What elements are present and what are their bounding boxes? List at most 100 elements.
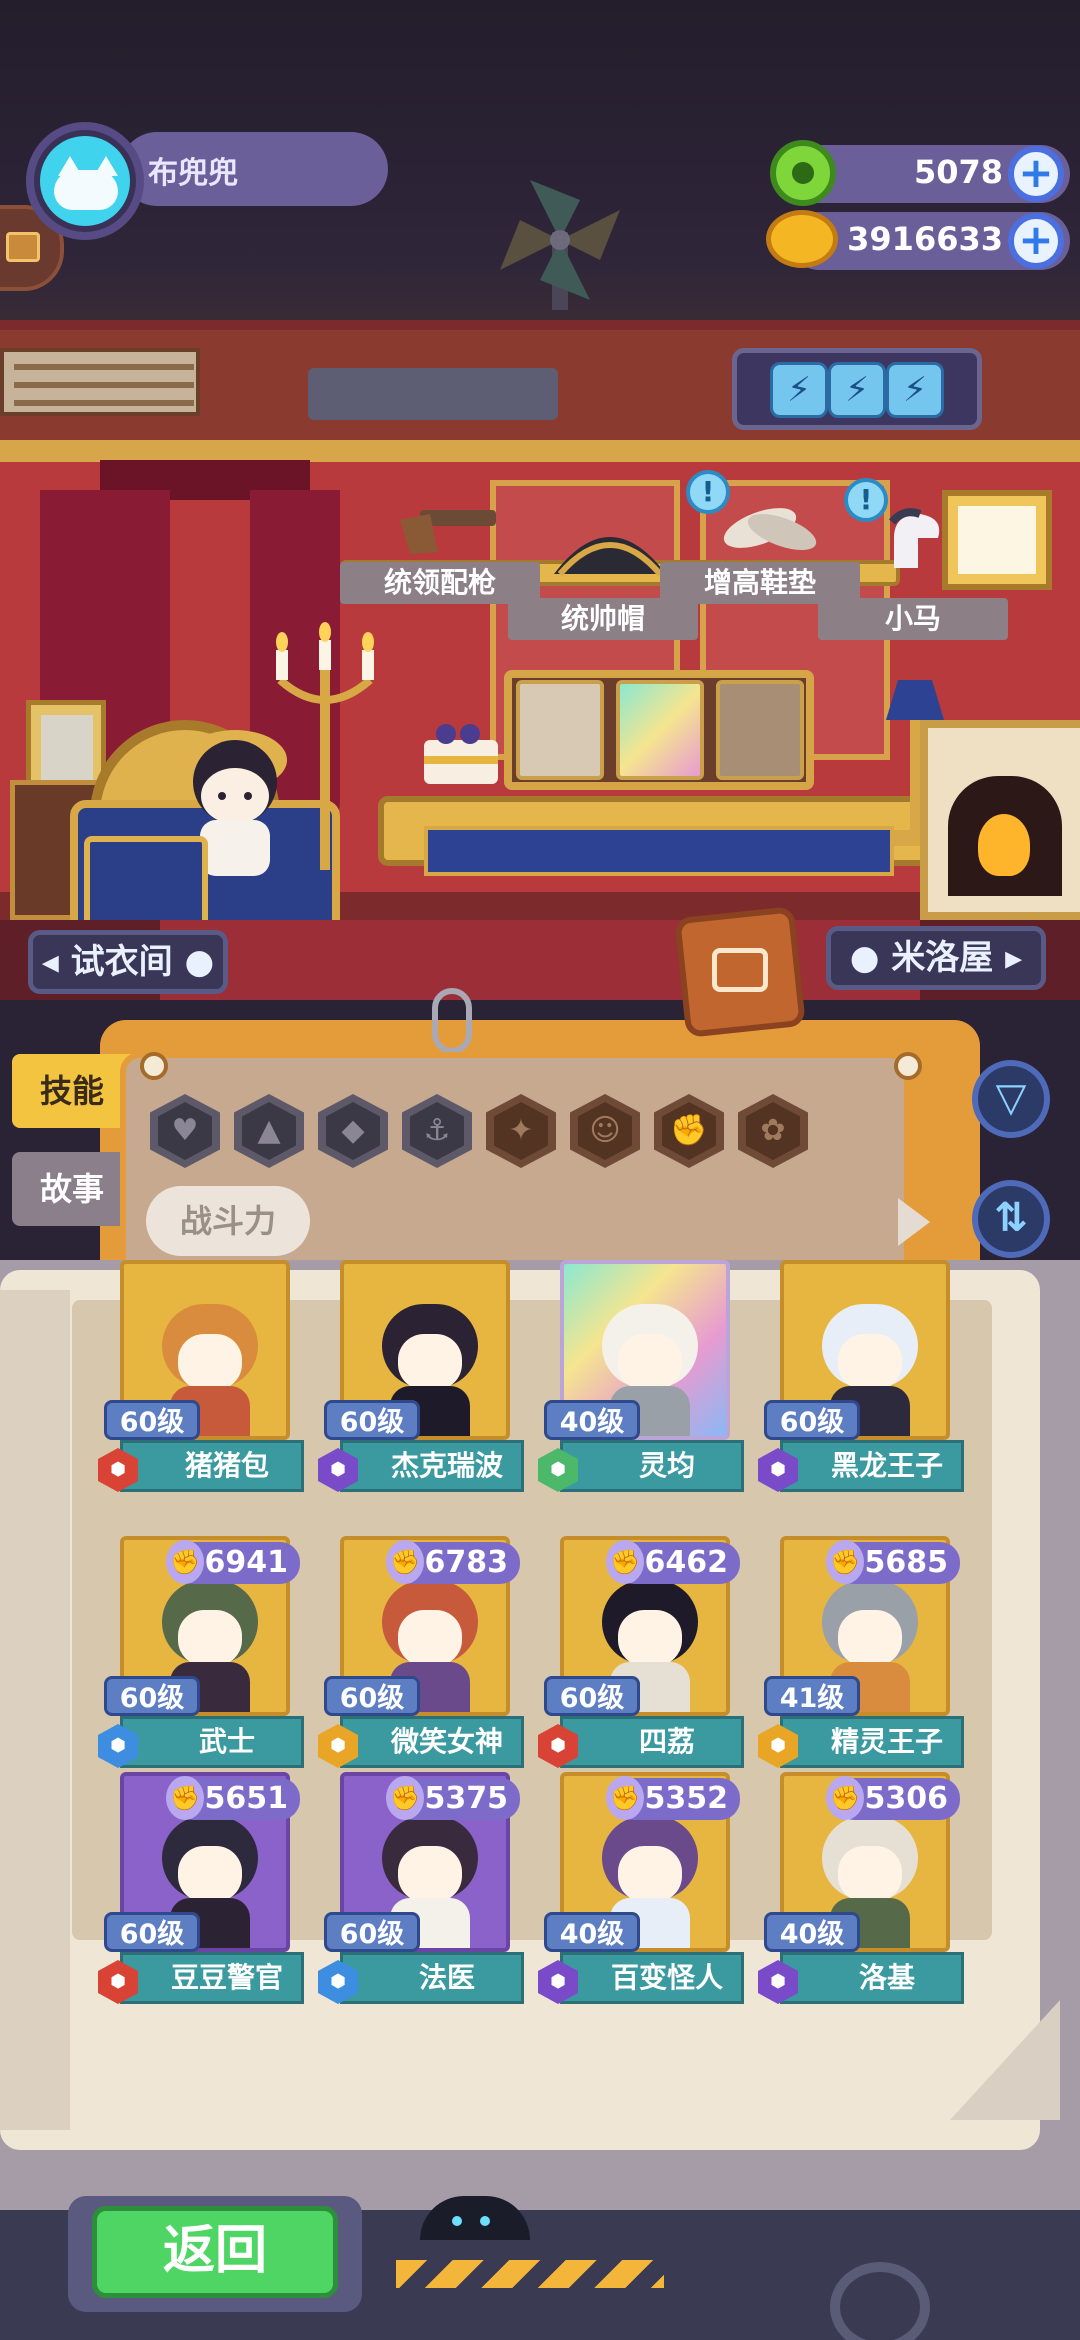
fist-icon: ✊ [826,1776,864,1820]
paper-clip-icon [432,988,472,1054]
fist-icon: ✊ [386,1540,424,1584]
window-icon [712,948,768,992]
eye [480,2216,490,2226]
hero-card[interactable]: 5651 ✊ 豆豆警官 60级 ⬢ [98,1772,304,2004]
item-label-hat: 统帅帽 [508,598,698,640]
ceiling-vent [0,348,200,416]
hazard-stripe [396,2260,664,2288]
milo-house-button[interactable]: ● 米洛屋 ▸ [826,926,1046,990]
energy-bolt-icon: ⚡ [770,362,828,418]
hero-level: 60级 [104,1676,200,1716]
sort-by-power-button[interactable]: 战斗力 [146,1186,310,1256]
chibi-face [838,1334,902,1390]
fist-icon: ✊ [826,1540,864,1584]
hero-name: 黑龙王子 [780,1440,964,1492]
chibi-face [838,1610,902,1666]
hero-level: 60级 [324,1400,420,1440]
filter-panel [120,1052,910,1292]
hero-level: 40级 [544,1912,640,1952]
insole-icon[interactable] [720,498,820,556]
arrow-right-icon[interactable] [898,1198,930,1246]
flame-icon [978,814,1030,876]
chibi-face [178,1334,242,1390]
blue-treasure-chest [84,836,208,928]
treasure-chest-icon [6,232,40,262]
hero-card[interactable]: 5685 ✊ 精灵王子 41级 ⬢ [758,1536,964,1768]
wall-rail [0,440,1080,462]
sort-order-button[interactable]: ⇅ [972,1180,1050,1258]
desk-drawers [424,826,894,876]
fist-icon: ✊ [606,1540,644,1584]
hero-level: 60级 [544,1676,640,1716]
hero-name: 灵均 [560,1440,744,1492]
hero-card[interactable]: 6783 ✊ 微笑女神 60级 ⬢ [318,1536,524,1768]
back-button[interactable]: 返回 [92,2206,338,2298]
chibi-face [398,1846,462,1902]
hero-name: 四荔 [560,1716,744,1768]
item-label-horse: 小马 [818,598,1008,640]
hero-level: 60级 [104,1912,200,1952]
cake-icon [416,700,506,790]
tab-story[interactable]: 故事 [12,1152,132,1226]
hero-card[interactable]: 黑龙王子 60级 ⬢ [758,1260,964,1492]
bolt-icon [894,1052,922,1080]
hero-card[interactable]: 5306 ✊ 洛基 40级 ⬢ [758,1772,964,2004]
hero-name: 微笑女神 [340,1716,524,1768]
hero-card[interactable]: 6941 ✊ 武士 60级 ⬢ [98,1536,304,1768]
hero-level: 40级 [544,1400,640,1440]
fist-icon: ✊ [606,1776,644,1820]
hero-card[interactable]: 杰克瑞波 60级 ⬢ [318,1260,524,1492]
hero-name: 百变怪人 [560,1952,744,2004]
chibi-face [178,1610,242,1666]
hero-name: 豆豆警官 [120,1952,304,2004]
portrait-napoleon-1[interactable] [516,680,604,780]
bolt-icon [140,1052,168,1080]
chibi-face [398,1610,462,1666]
candelabra-icon [276,622,374,870]
hero-level: 60级 [104,1400,200,1440]
chibi-face [178,1846,242,1902]
windmill-icon [500,180,620,310]
fist-icon: ✊ [386,1776,424,1820]
hero-card[interactable]: 5352 ✊ 百变怪人 40级 ⬢ [538,1772,744,2004]
hero-name: 洛基 [780,1952,964,2004]
green-coin-icon [770,140,836,206]
pistol-icon[interactable] [390,500,500,556]
hero-name: 法医 [340,1952,524,2004]
hero-card[interactable]: 6462 ✊ 四荔 60级 ⬢ [538,1536,744,1768]
hero-name: 武士 [120,1716,304,1768]
hero-name: 猪猪包 [120,1440,304,1492]
hero-card[interactable]: 灵均 40级 ⬢ [538,1260,744,1492]
hero-level: 60级 [324,1676,420,1716]
tab-skill[interactable]: 技能 [12,1054,132,1128]
book-left-page [0,1290,70,2130]
fitting-room-button[interactable]: ◂ 试衣间 ● [28,930,228,994]
hero-level: 60级 [764,1400,860,1440]
hero-level: 40级 [764,1912,860,1952]
gold-planet-icon [766,210,838,268]
hero-card[interactable]: 猪猪包 60级 ⬢ [98,1260,304,1492]
notice-bubble-icon[interactable]: ! [844,478,888,522]
hero-name: 精灵王子 [780,1716,964,1768]
add-green-currency-button[interactable]: + [1008,146,1064,202]
player-name: 布兜兜 [148,156,238,191]
eye [452,2216,462,2226]
energy-bolt-icon: ⚡ [886,362,944,418]
chibi-face [618,1334,682,1390]
horse-painting [942,490,1052,590]
hero-card[interactable]: 5375 ✊ 法医 60级 ⬢ [318,1772,524,2004]
add-gold-planet-button[interactable]: + [1008,213,1064,269]
hero-name: 杰克瑞波 [340,1440,524,1492]
notice-bubble-icon[interactable]: ! [686,470,730,514]
bicorne-hat-icon[interactable] [550,510,670,584]
fist-icon: ✊ [166,1776,204,1820]
chibi-face [618,1846,682,1902]
ceiling-grill [308,368,558,420]
cat-head [54,170,118,210]
filter-funnel-button[interactable]: ▽ [972,1060,1050,1138]
fist-icon: ✊ [166,1540,204,1584]
portrait-napoleon-2[interactable] [616,680,704,780]
hero-level: 41级 [764,1676,860,1716]
portrait-napoleon-3[interactable] [716,680,804,780]
chibi-face [838,1846,902,1902]
